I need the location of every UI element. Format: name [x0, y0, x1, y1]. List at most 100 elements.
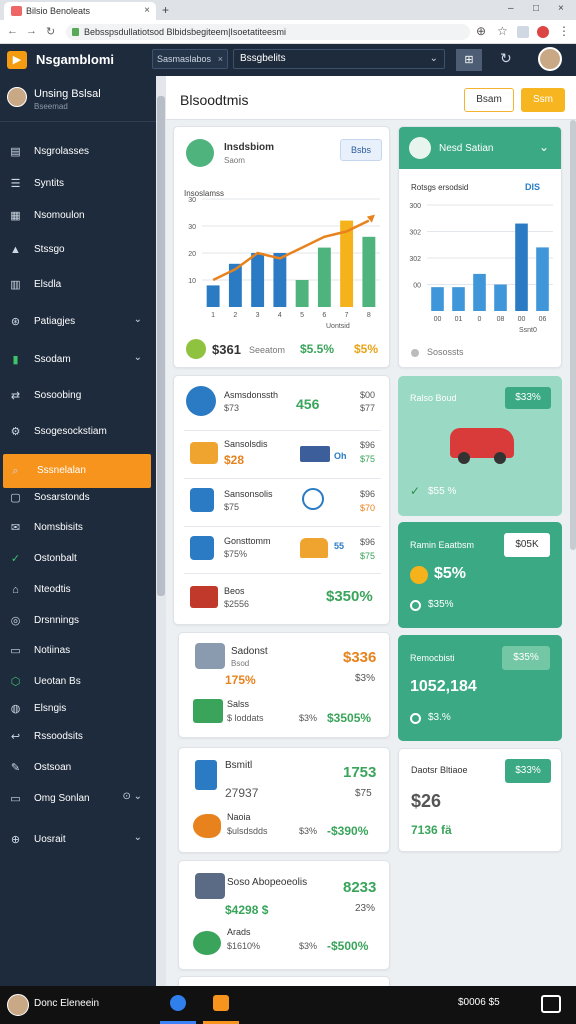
sidebar-item[interactable]: ▲ Stssgo: [0, 236, 152, 264]
row-sub: $1610%: [227, 941, 261, 951]
refresh-icon[interactable]: ↻: [500, 50, 512, 67]
sidebar-item-label: Elsdla: [34, 279, 62, 290]
card-green-value: 8233: [343, 879, 377, 896]
forward-icon[interactable]: →: [26, 25, 37, 37]
x-tick-label: 5: [300, 312, 304, 319]
coin-icon: [410, 566, 428, 584]
card-button[interactable]: Bsbs: [340, 139, 382, 161]
sidebar-item[interactable]: ⌕ Sssnelalan: [3, 454, 151, 488]
teal-stat-card: Ralso Boud $33% ✓ $55 %: [398, 376, 562, 516]
sidebar-item[interactable]: ⊕ Uosrait ⌄: [0, 826, 152, 854]
y-tick-label: 20: [188, 251, 196, 258]
helmet-icon: [300, 538, 328, 558]
sidebar-item[interactable]: ◍ Elsngis: [0, 695, 152, 723]
outline-button[interactable]: Bsam: [464, 88, 514, 112]
reload-icon[interactable]: ↻: [46, 25, 55, 38]
divider: [184, 573, 381, 574]
teal-stat-card: Ramin Eaatbsm $05K $5% $35%: [398, 522, 562, 628]
avatar[interactable]: [538, 47, 562, 71]
list-item-right1: $00: [360, 390, 376, 400]
sidebar-item[interactable]: ↩ Rssoodsits: [0, 723, 152, 751]
search-select[interactable]: Bssgbelits ⌄: [233, 49, 445, 69]
card-subtitle: Saom: [224, 156, 245, 165]
chevron-down-icon[interactable]: ⌄: [134, 352, 142, 363]
sidebar-scroll-thumb[interactable]: [157, 96, 165, 596]
chart-card: Insdsbiom Saom Bsbs Insoslamss 10 20 30 30 1…: [173, 126, 390, 368]
bookmark-star-icon[interactable]: ☆: [497, 24, 508, 38]
card-big: $26: [411, 791, 442, 811]
browser-tab[interactable]: Bilsio Benoleats ×: [4, 2, 156, 20]
sidebar-item[interactable]: ▦ Nsomoulon: [0, 202, 152, 230]
chevron-down-icon[interactable]: ⌄: [134, 314, 142, 325]
taskbar-browser[interactable]: [160, 986, 196, 1024]
card-badge: $33%: [505, 759, 551, 783]
sidebar-item-label: Sosarstonds: [34, 492, 90, 503]
foot-orange: $5%: [354, 342, 379, 356]
sidebar-item[interactable]: ⬡ Ueotan Bs: [0, 668, 152, 696]
content-scrollbar[interactable]: [570, 120, 576, 550]
new-tab-button[interactable]: +: [162, 3, 169, 17]
list-item-title: Asmsdonssth: [224, 390, 279, 400]
home-icon: ⌂: [12, 584, 19, 596]
sidebar-item[interactable]: ▭ Omg Sonlan ⊙ ⌄: [0, 785, 152, 813]
sidebar-item[interactable]: ⇄ Sosoobing: [0, 382, 152, 410]
sidebar-item[interactable]: ▤ Nsgrolasses: [0, 138, 152, 166]
back-icon[interactable]: ←: [7, 25, 18, 37]
sidebar-item[interactable]: ▮ Ssodam ⌄: [0, 346, 152, 374]
bar: [452, 287, 465, 311]
filter-select[interactable]: Sasmaslabos ×: [152, 49, 228, 69]
check-icon: ✓: [10, 553, 21, 565]
bar: [494, 284, 507, 311]
zoom-icon[interactable]: ⊕: [476, 24, 486, 38]
chevron-down-icon[interactable]: ⌄: [539, 140, 549, 154]
url-field[interactable]: Bebsspsdullatiotsod Blbidsbegiteem|Isoet…: [66, 24, 470, 40]
calendar-icon: ▥: [10, 279, 21, 291]
list-item-value: $75: [224, 502, 240, 512]
x-caption: Uontsid: [326, 323, 350, 330]
sidebar-profile[interactable]: Unsing Bslsal Bseemad: [0, 76, 156, 122]
row-title: Salss: [227, 699, 250, 709]
worker-icon: [195, 643, 225, 669]
card-orange-value: $336: [343, 649, 377, 666]
sidebar-item[interactable]: ☰ Syntits: [0, 170, 152, 198]
bar: [273, 253, 287, 307]
extension-icon[interactable]: [517, 26, 529, 38]
sidebar-item[interactable]: ✓ Ostonbalt: [0, 545, 152, 573]
monitor-icon: ▭: [10, 645, 21, 657]
chevron-down-icon[interactable]: ⊙ ⌄: [122, 791, 142, 802]
primary-button[interactable]: Ssm: [521, 88, 565, 112]
minimize-button[interactable]: –: [508, 3, 514, 14]
sidebar-item[interactable]: ⊛ Patiagjes ⌄: [0, 308, 152, 336]
card-foot: 7136 fä: [411, 823, 452, 837]
search-select-value: Bssgbelits: [240, 53, 286, 64]
row-small: $3%: [299, 713, 318, 723]
sidebar-item[interactable]: ▥ Elsdla: [0, 271, 152, 299]
bar: [206, 285, 220, 307]
sidebar-item[interactable]: ✎ Ostsoan: [0, 754, 152, 782]
profile-icon[interactable]: [537, 26, 549, 38]
list-icon: ☰: [10, 178, 21, 190]
footer-status: $0006 $5: [458, 997, 500, 1008]
sidebar-item[interactable]: ✉ Nomsbisits: [0, 514, 152, 542]
sidebar-item[interactable]: ▢ Sosarstonds: [0, 484, 152, 512]
card-title: Soso Abopeoeolis: [227, 877, 308, 888]
row-sub: $ulsdsdds: [227, 826, 268, 836]
sidebar-item[interactable]: ⌂ Nteodtis: [0, 576, 152, 604]
tab-close-icon[interactable]: ×: [144, 2, 150, 20]
list-item-right1: $96: [360, 440, 376, 450]
taskbar-app[interactable]: [203, 986, 239, 1024]
back-icon: ↩: [10, 731, 21, 743]
chevron-down-icon[interactable]: ⌄: [134, 832, 142, 843]
maximize-button[interactable]: □: [533, 3, 539, 14]
sidebar-item[interactable]: ◎ Drsnnings: [0, 607, 152, 635]
grid-icon[interactable]: ⊞: [456, 49, 482, 71]
notification-icon[interactable]: [541, 995, 561, 1013]
clear-icon[interactable]: ×: [218, 50, 223, 68]
menu-dots-icon[interactable]: ⋮: [558, 24, 570, 38]
sidebar-item[interactable]: ⚙ Ssogesockstiam: [0, 418, 152, 446]
sidebar-item-label: Drsnnings: [34, 615, 80, 626]
sidebar-item-label: Syntits: [34, 178, 65, 189]
check-icon: [186, 339, 206, 359]
sidebar-item[interactable]: ▭ Notiinas: [0, 637, 152, 665]
close-window-button[interactable]: ×: [558, 3, 564, 14]
